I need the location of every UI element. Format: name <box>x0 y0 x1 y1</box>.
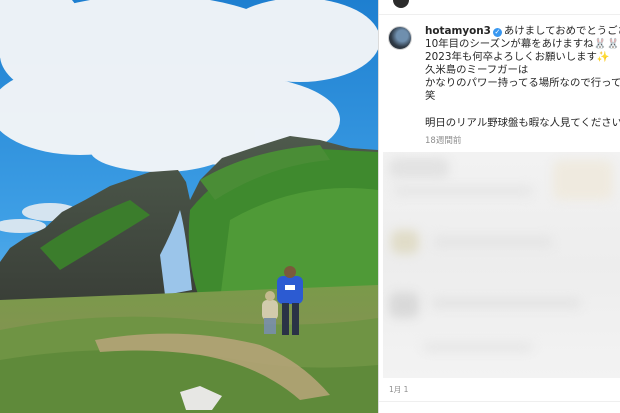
blurred-comment <box>389 158 449 178</box>
post-date: 1月 1 <box>389 385 409 394</box>
post-side-panel: hotamyon3✓あけましておめでとうござい 10年目のシーズンが幕をあけます… <box>379 0 620 413</box>
caption-time-ago[interactable]: 18週間前 <box>425 134 461 146</box>
blurred-comment <box>423 342 533 352</box>
blurred-comment <box>393 186 533 196</box>
profile-avatar-icon[interactable] <box>388 26 412 50</box>
header-avatar-icon[interactable] <box>393 0 409 8</box>
post-caption: hotamyon3✓あけましておめでとうござい 10年目のシーズンが幕をあけます… <box>425 25 620 130</box>
blurred-comment <box>391 230 419 254</box>
blurred-comment <box>389 292 419 318</box>
comments-blurred-area <box>383 152 620 378</box>
caption-text: あけましておめでとうござい <box>503 25 620 37</box>
caption-line-3: 2023年も何卒よろしくお願いします✨ <box>425 51 610 64</box>
caption-line-4: 久米島のミーフガーは <box>425 64 529 77</box>
blurred-comment <box>553 160 613 200</box>
bottom-divider <box>379 401 620 402</box>
photo-scene <box>0 0 378 413</box>
blurred-comment <box>431 298 581 308</box>
caption-line-2: 10年目のシーズンが幕をあけますね🐰🐰！ <box>425 38 620 51</box>
post-header <box>379 0 620 15</box>
caption-line-8: 明日のリアル野球盤も暇な人見てくださいい <box>425 116 620 129</box>
verified-badge-icon: ✓ <box>492 28 502 37</box>
post-photo[interactable] <box>0 0 378 413</box>
caption-line-1: hotamyon3✓あけましておめでとうござい <box>425 25 620 38</box>
caption-line-6: 笑 <box>425 90 436 103</box>
username-link[interactable]: hotamyon3 <box>425 25 491 37</box>
blurred-comment <box>433 236 553 248</box>
caption-line-7 <box>425 104 620 117</box>
caption-line-5: かなりのパワー持ってる場所なので行ってみ <box>425 77 620 90</box>
